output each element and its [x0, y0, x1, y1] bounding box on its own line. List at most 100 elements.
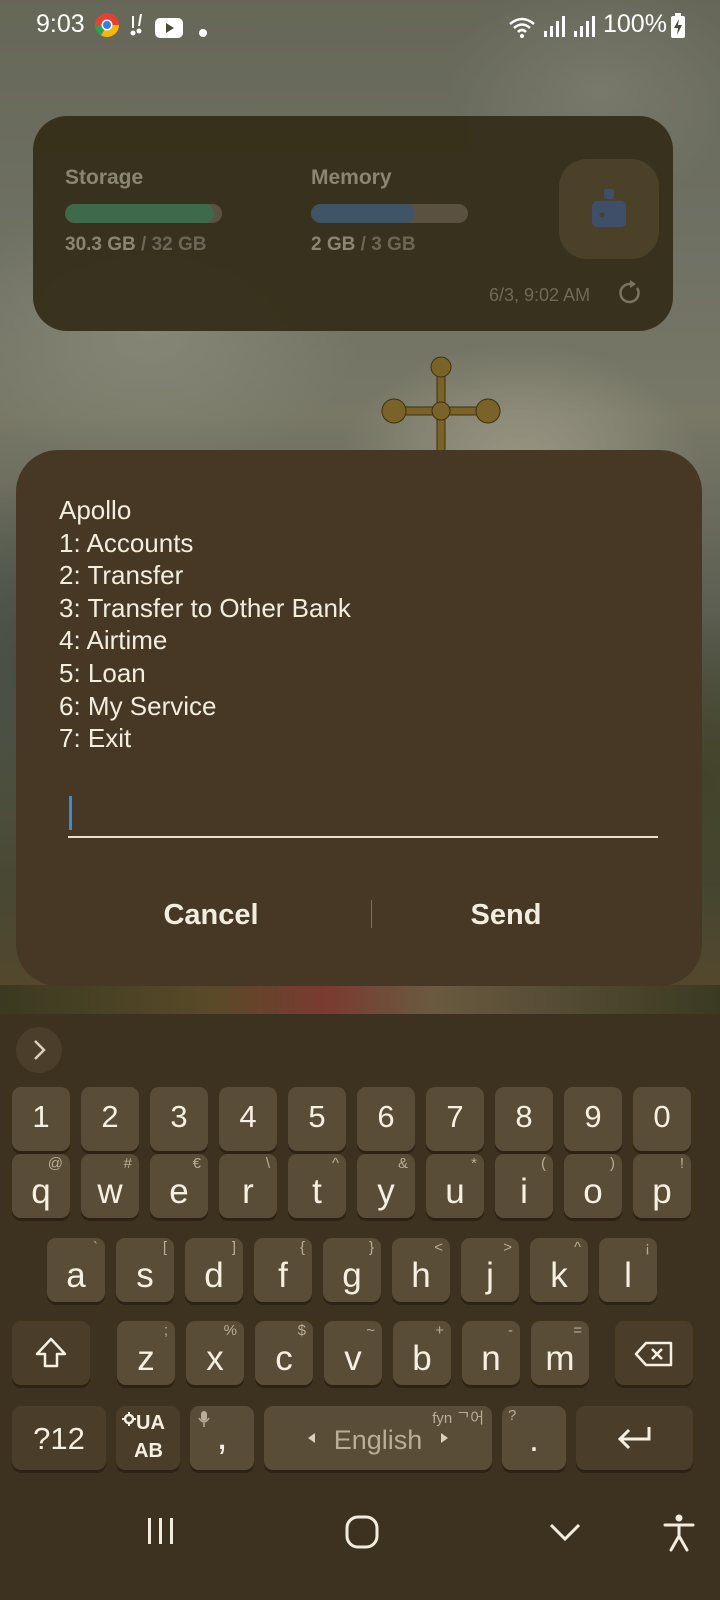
key-4[interactable]: 4 — [219, 1087, 277, 1151]
key-9-label: 9 — [584, 1099, 602, 1134]
keyboard-toolbar-toggle[interactable] — [16, 1027, 62, 1073]
status-bar: 9:03 100% — [0, 0, 720, 52]
space-key-label: English — [333, 1425, 423, 1455]
key-3[interactable]: 3 — [150, 1087, 208, 1151]
key-w[interactable]: # w — [81, 1154, 139, 1218]
key-t-alt-label: ^ — [331, 1155, 339, 1172]
key-9[interactable]: 9 — [564, 1087, 622, 1151]
memory-used: 2 GB — [311, 234, 356, 255]
key-m-alt-label: = — [573, 1322, 582, 1339]
language-layout-key[interactable]: UA AB — [116, 1406, 180, 1470]
key-0[interactable]: 0 — [633, 1087, 691, 1151]
storage-values: 30.3 GB / 32 GB — [65, 234, 207, 256]
accessibility-icon[interactable] — [663, 1514, 695, 1552]
storage-total: / 32 GB — [141, 234, 207, 255]
key-o-label: o — [583, 1172, 603, 1211]
key-p[interactable]: ! p — [633, 1154, 691, 1218]
key-y-alt-label: & — [397, 1155, 408, 1172]
key-a[interactable]: ` a — [47, 1238, 105, 1302]
enter-key[interactable] — [576, 1406, 693, 1470]
key-2-label: 2 — [101, 1099, 119, 1134]
battery-charging-icon — [671, 13, 685, 38]
recents-icon[interactable] — [144, 1514, 178, 1548]
key-n[interactable]: -n — [462, 1321, 520, 1385]
key-z[interactable]: ; z — [117, 1321, 175, 1385]
key-6[interactable]: 6 — [357, 1087, 415, 1151]
memory-label: Memory — [311, 166, 392, 189]
key-b-alt-label: + — [435, 1322, 444, 1339]
key-x-label: x — [206, 1339, 224, 1378]
key-2[interactable]: 2 — [81, 1087, 139, 1151]
key-q-alt-label: @ — [47, 1155, 63, 1172]
key-f-label: f — [278, 1256, 288, 1295]
key-x[interactable]: % x — [186, 1321, 244, 1385]
ussd-dialog: Apollo 1: Accounts 2: Transfer 3: Transf… — [16, 450, 702, 986]
memory-bar-fill — [311, 204, 415, 223]
key-5[interactable]: 5 — [288, 1087, 346, 1151]
key-h[interactable]: < h — [392, 1238, 450, 1302]
key-a-alt-label: ` — [93, 1239, 98, 1256]
key-v[interactable]: ~ v — [324, 1321, 382, 1385]
key-s[interactable]: [s — [116, 1238, 174, 1302]
memory-bar — [311, 204, 468, 223]
key-r[interactable]: \ r — [219, 1154, 277, 1218]
device-care-widget[interactable]: Storage 30.3 GB / 32 GB Memory 2 GB / 3 … — [33, 116, 673, 331]
key-d[interactable]: ] d — [185, 1238, 243, 1302]
key-8[interactable]: 8 — [495, 1087, 553, 1151]
memory-values: 2 GB / 3 GB — [311, 234, 416, 256]
shift-key[interactable] — [12, 1321, 90, 1385]
key-7-label: 7 — [446, 1099, 464, 1134]
hide-keyboard-icon[interactable] — [548, 1514, 582, 1548]
key-m[interactable]: = m — [531, 1321, 589, 1385]
enter-icon — [617, 1427, 651, 1450]
key-o[interactable]: ) o — [564, 1154, 622, 1218]
key-c-alt-label: $ — [297, 1322, 306, 1339]
clean-button[interactable] — [559, 159, 659, 259]
backspace-key[interactable] — [615, 1321, 693, 1385]
cancel-button[interactable]: Cancel — [91, 890, 331, 940]
key-w-alt-label: # — [123, 1155, 132, 1172]
key-7[interactable]: 7 — [426, 1087, 484, 1151]
key-g[interactable]: } g — [323, 1238, 381, 1302]
storage-label: Storage — [65, 166, 144, 189]
key-k-label: k — [550, 1256, 568, 1295]
battery-percent: 100% — [603, 10, 667, 38]
key-a-label: a — [66, 1256, 86, 1295]
key-i[interactable]: (i — [495, 1154, 553, 1218]
send-button[interactable]: Send — [386, 890, 626, 940]
key-q[interactable]: @ q — [12, 1154, 70, 1218]
key-6-label: 6 — [377, 1099, 395, 1134]
chevron-right-icon — [441, 1433, 448, 1443]
layout-top-label: UA — [136, 1412, 165, 1434]
key-o-alt-label: ) — [610, 1155, 615, 1172]
gear-icon — [122, 1412, 136, 1426]
key-f[interactable]: {f — [254, 1238, 312, 1302]
broom-icon — [592, 189, 626, 227]
key-b[interactable]: + b — [393, 1321, 451, 1385]
key-c[interactable]: $ c — [255, 1321, 313, 1385]
key-k[interactable]: ^ k — [530, 1238, 588, 1302]
key-1[interactable]: 1 — [12, 1087, 70, 1151]
key-e[interactable]: € e — [150, 1154, 208, 1218]
period-key[interactable]: ? . — [502, 1406, 566, 1470]
key-x-alt-label: % — [223, 1322, 237, 1339]
key-j[interactable]: > j — [461, 1238, 519, 1302]
key-z-label: z — [137, 1339, 155, 1378]
key-g-label: g — [342, 1256, 362, 1295]
symbols-key[interactable]: ?12 — [12, 1406, 106, 1470]
ussd-input-field[interactable] — [68, 786, 658, 838]
space-key[interactable]: fyn ᄀ어 English — [264, 1406, 492, 1470]
notification-icon — [130, 14, 142, 36]
key-r-label: r — [242, 1172, 254, 1211]
key-l[interactable]: ¡ l — [599, 1238, 657, 1302]
comma-key[interactable]: , — [190, 1406, 254, 1470]
key-u[interactable]: * u — [426, 1154, 484, 1218]
key-f-alt-label: { — [299, 1239, 305, 1256]
status-time: 9:03 — [36, 10, 85, 38]
key-q-label: q — [31, 1172, 51, 1211]
home-icon[interactable] — [344, 1514, 380, 1550]
key-t[interactable]: ^ t — [288, 1154, 346, 1218]
key-l-alt-label: ¡ — [645, 1239, 650, 1256]
key-y[interactable]: & y — [357, 1154, 415, 1218]
refresh-icon[interactable] — [617, 280, 643, 306]
